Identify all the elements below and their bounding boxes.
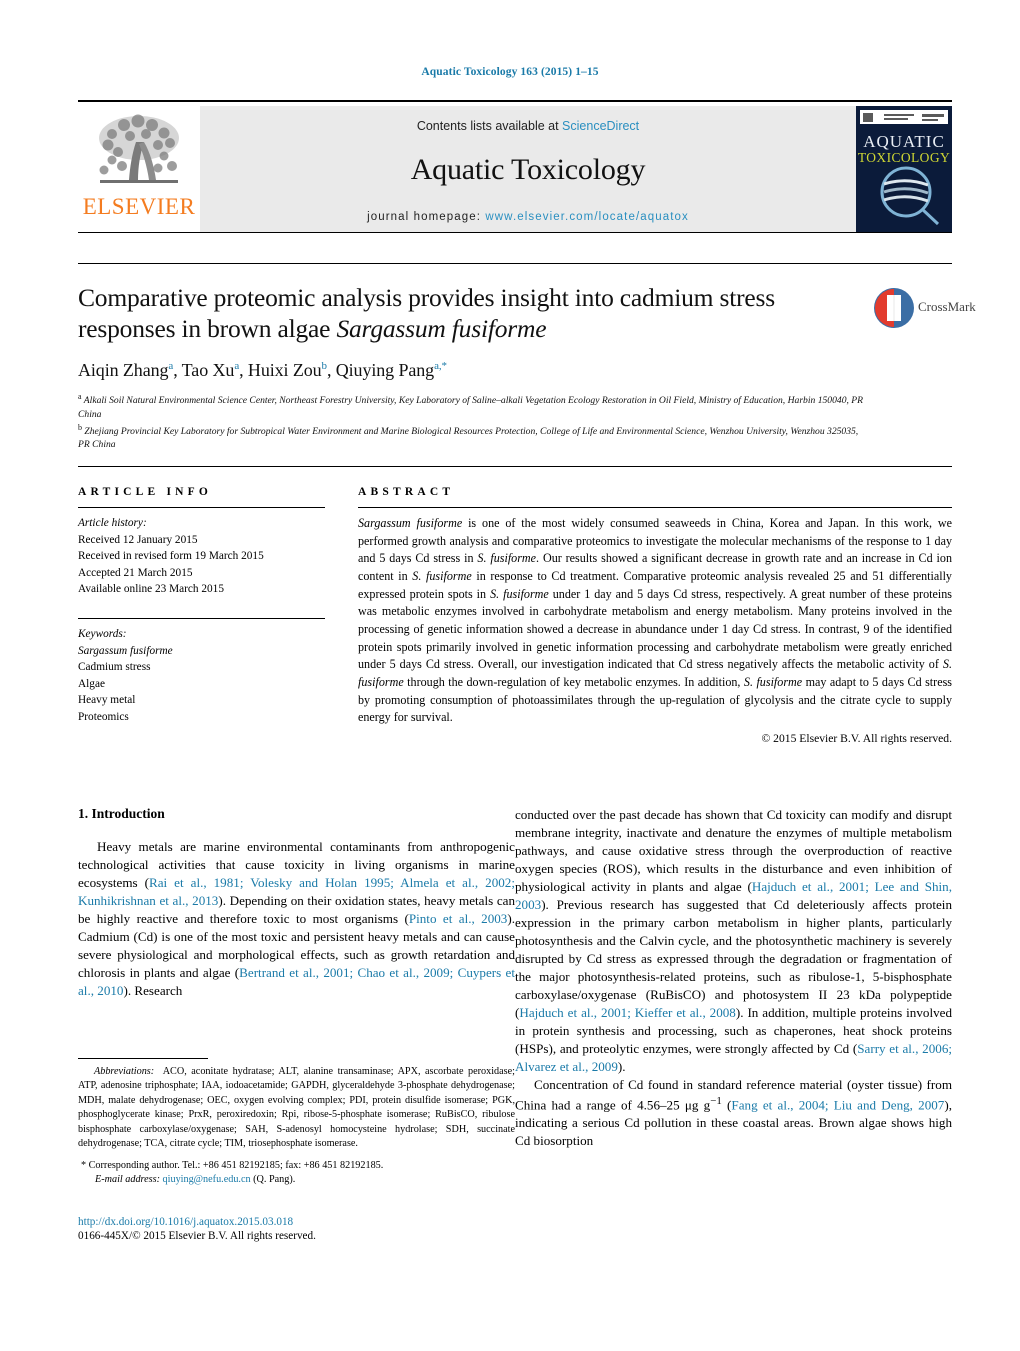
paper-page: Aquatic Toxicology 163 (2015) 1–15 ELSEV… (0, 0, 1020, 1351)
keyword-item: Heavy metal (78, 694, 136, 707)
article-info-heading: ARTICLE INFO (78, 486, 213, 498)
masthead-bottom-rule (78, 232, 952, 233)
journal-title: Aquatic Toxicology (410, 153, 646, 186)
elsevier-logo: ELSEVIER (78, 106, 200, 232)
homepage-prefix: journal homepage: (367, 211, 486, 223)
journal-band: Contents lists available at ScienceDirec… (200, 106, 856, 232)
sciencedirect-link[interactable]: ScienceDirect (562, 119, 639, 133)
corresponding-mark: * (81, 1159, 87, 1171)
author-item[interactable]: Huixi Zoub (248, 360, 327, 380)
doi-link[interactable]: http://dx.doi.org/10.1016/j.aquatox.2015… (78, 1216, 515, 1228)
keyword-item: Proteomics (78, 710, 129, 723)
footnote-rule (78, 1058, 208, 1059)
affiliation-text: Zhejiang Provincial Key Laboratory for S… (78, 425, 859, 451)
corresponding-text: Corresponding author. Tel.: +86 451 8219… (88, 1159, 384, 1171)
email-label: E-mail address: (95, 1173, 160, 1185)
footer-block: http://dx.doi.org/10.1016/j.aquatox.2015… (78, 1216, 515, 1242)
author-sep: , (173, 360, 182, 381)
author-item[interactable]: Qiuying Panga,* (336, 360, 447, 380)
title-top-rule (78, 263, 952, 264)
abbreviations-footnote: Abbreviations: ACO, aconitate hydratase;… (78, 1065, 515, 1152)
affiliation-item: b Zhejiang Provincial Key Laboratory for… (78, 422, 864, 452)
author-affil-mark: a,* (434, 360, 447, 373)
contents-available-line: Contents lists available at ScienceDirec… (417, 119, 639, 133)
issn-copyright-line: 0166-445X/© 2015 Elsevier B.V. All right… (78, 1230, 316, 1242)
keywords-label: Keywords: (78, 627, 127, 640)
body-column-right: conducted over the past decade has shown… (515, 806, 952, 1150)
svg-text:TOXICOLOGY: TOXICOLOGY (858, 150, 950, 165)
email-link[interactable]: qiuying@nefu.edu.cn (163, 1174, 251, 1185)
affiliation-text: Alkali Soil Natural Environmental Scienc… (78, 395, 864, 421)
affiliation-mark: a (78, 392, 82, 402)
section-heading-introduction: 1. Introduction (78, 806, 165, 821)
history-item: Available online 23 March 2015 (78, 583, 224, 596)
author-name: Qiuying Pang (335, 360, 435, 381)
elsevier-wordmark: ELSEVIER (82, 194, 196, 219)
author-name: Tao Xu (181, 360, 235, 381)
elsevier-tree-icon (92, 112, 186, 194)
abbreviations-text: ACO, aconitate hydratase; ALT, alanine t… (78, 1066, 515, 1150)
affiliation-list: a Alkali Soil Natural Environmental Scie… (78, 391, 864, 452)
author-item[interactable]: Aiqin Zhanga (78, 360, 173, 380)
crossmark-label: CrossMark (918, 299, 976, 314)
article-history: Article history: Received 12 January 201… (78, 515, 325, 598)
page-title: Comparative proteomic analysis provides … (78, 282, 868, 344)
journal-homepage-line: journal homepage: www.elsevier.com/locat… (367, 211, 689, 223)
article-header: Comparative proteomic analysis provides … (78, 282, 868, 452)
info-top-rule (78, 466, 952, 467)
svg-text:AQUATIC: AQUATIC (863, 132, 945, 151)
crossmark-icon (872, 286, 916, 330)
contents-prefix: Contents lists available at (416, 119, 563, 133)
body-column-left: 1. Introduction Heavy metals are marine … (78, 806, 515, 1000)
keyword-item: Cadmium stress (78, 661, 151, 674)
corresponding-author-footnote: * Corresponding author. Tel.: +86 451 82… (78, 1159, 515, 1174)
abstract-panel: ABSTRACT Sargassum fusiforme is one of t… (358, 486, 952, 745)
affiliation-mark: b (78, 422, 82, 432)
email-suffix: (Q. Pang). (253, 1173, 296, 1185)
article-history-label: Article history: (78, 517, 147, 529)
keywords-block: Keywords: Sargassum fusiforme Cadmium st… (78, 626, 325, 726)
abbreviations-label: Abbreviations: (94, 1066, 155, 1077)
history-item: Accepted 21 March 2015 (78, 566, 193, 579)
abstract-copyright: © 2015 Elsevier B.V. All rights reserved… (761, 731, 952, 745)
abstract-heading: ABSTRACT (358, 486, 455, 498)
abstract-text: Sargassum fusiforme is one of the most w… (358, 516, 952, 725)
abstract-rule (358, 507, 952, 508)
author-name: Huixi Zou (247, 360, 322, 381)
author-sep: , (326, 360, 336, 381)
intro-paragraph-2: Concentration of Cd found in standard re… (515, 1077, 952, 1149)
affiliation-item: a Alkali Soil Natural Environmental Scie… (78, 391, 864, 421)
keyword-item: Sargassum fusiforme (78, 644, 173, 657)
intro-paragraph: Heavy metals are marine environmental co… (78, 839, 515, 998)
homepage-url-link[interactable]: www.elsevier.com/locate/aquatox (485, 211, 689, 223)
intro-paragraph-continued: conducted over the past decade has shown… (515, 807, 952, 1074)
keyword-item: Algae (78, 677, 105, 690)
author-name: Aiqin Zhang (78, 360, 169, 381)
author-list: Aiqin Zhanga, Tao Xua, Huixi Zoub, Qiuyi… (78, 360, 868, 381)
article-info-panel: ARTICLE INFO Article history: Received 1… (78, 486, 325, 726)
journal-masthead: ELSEVIER Contents lists available at Sci… (78, 100, 952, 232)
history-item: Received 12 January 2015 (78, 533, 198, 546)
running-head: Aquatic Toxicology 163 (2015) 1–15 (421, 66, 599, 78)
keywords-rule (78, 617, 325, 619)
crossmark-badge[interactable]: CrossMark (872, 286, 976, 330)
history-item: Received in revised form 19 March 2015 (78, 550, 264, 563)
email-footnote: E-mail address: qiuying@nefu.edu.cn (Q. … (78, 1174, 515, 1185)
author-item[interactable]: Tao Xua (181, 360, 240, 381)
footnote-block: Abbreviations: ACO, aconitate hydratase;… (78, 1058, 515, 1185)
article-info-rule (78, 507, 325, 508)
journal-cover-thumbnail: AQUATIC TOXICOLOGY (856, 106, 952, 232)
title-species: Sargassum fusiforme (336, 314, 547, 344)
author-sep: , (239, 360, 248, 381)
